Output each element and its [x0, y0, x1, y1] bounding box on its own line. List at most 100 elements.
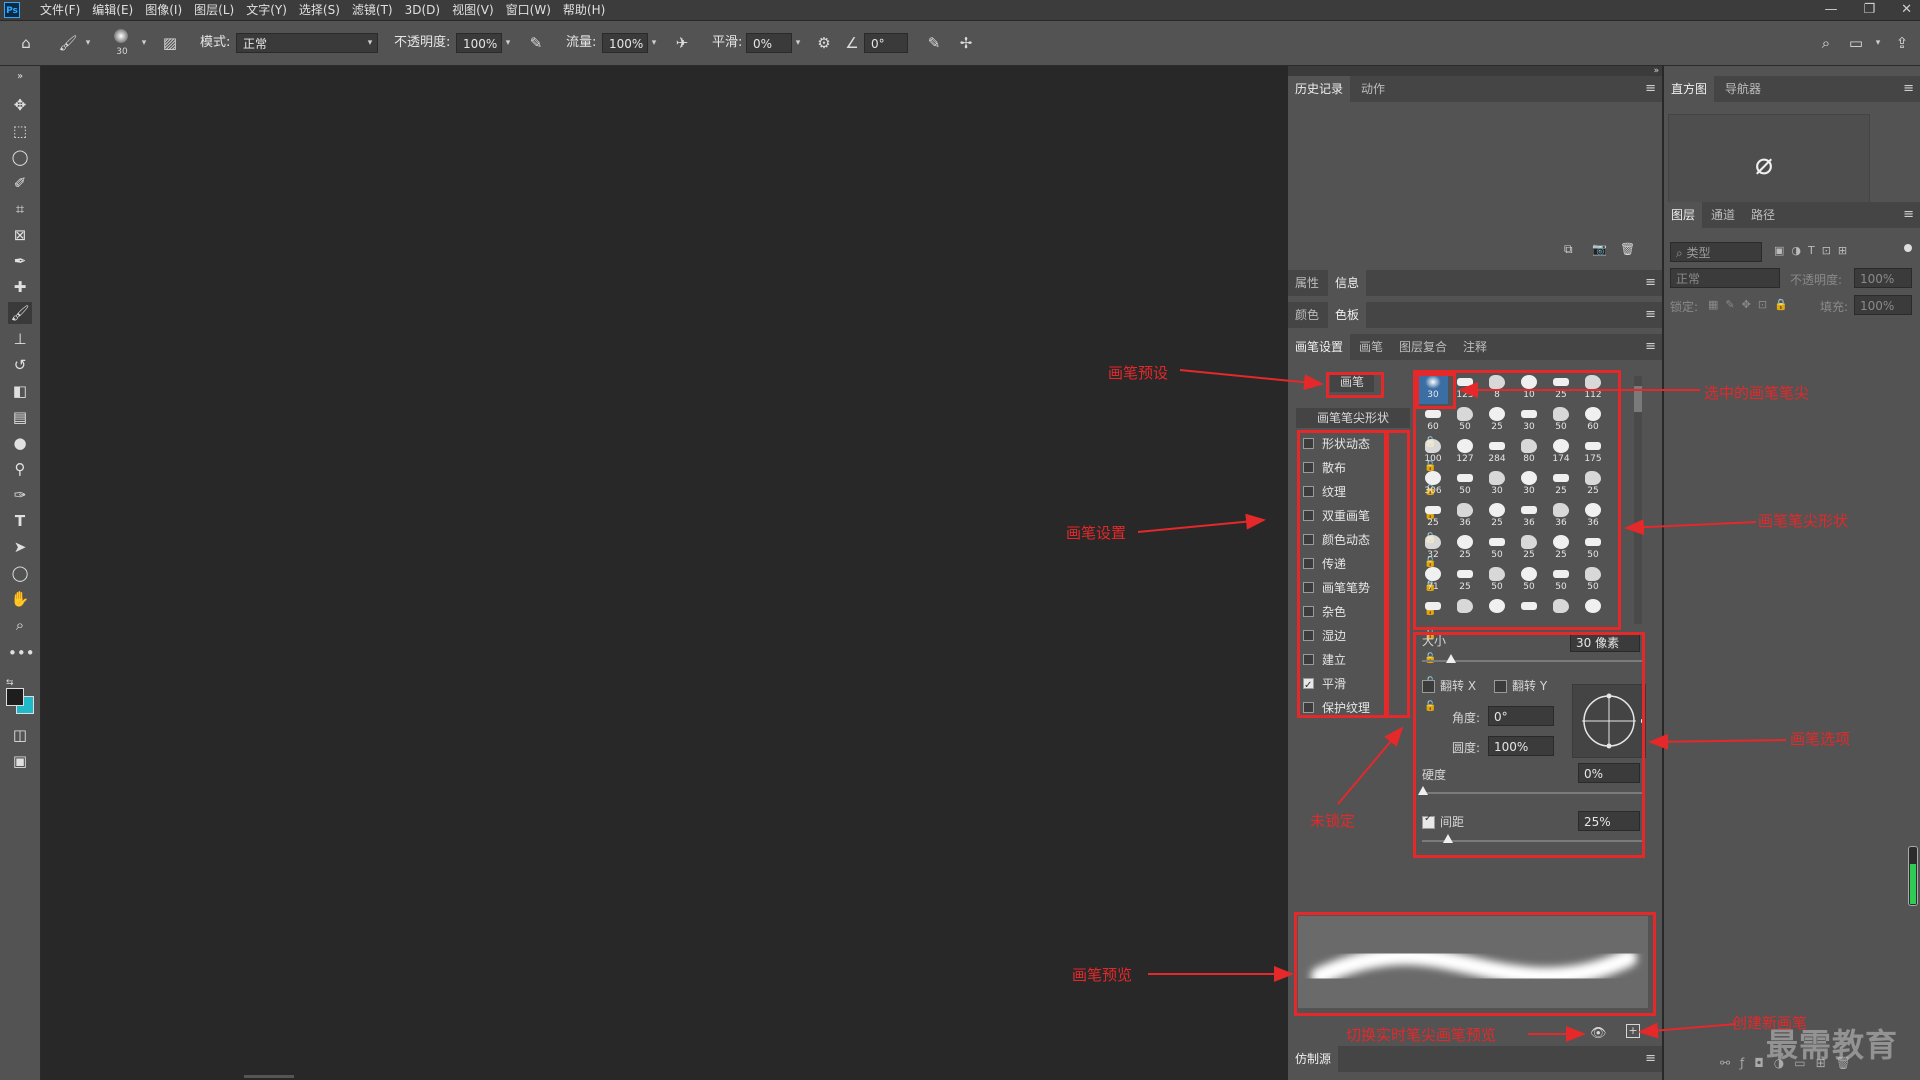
history-menu-icon[interactable]: ≡ — [1645, 76, 1656, 102]
flow-caret-icon[interactable]: ▾ — [648, 33, 660, 53]
menu-view[interactable]: 视图(V) — [446, 0, 500, 20]
home-icon[interactable]: ⌂ — [16, 33, 36, 53]
properties-menu-icon[interactable]: ≡ — [1645, 270, 1656, 296]
menu-image[interactable]: 图像(I) — [139, 0, 188, 20]
create-new-brush-icon[interactable]: + — [1626, 1024, 1640, 1038]
workspace-caret-icon[interactable]: ▾ — [1872, 33, 1884, 53]
tab-clone-source[interactable]: 仿制源 — [1288, 1046, 1339, 1072]
tab-swatches[interactable]: 色板 — [1328, 302, 1367, 328]
smooth-caret-icon[interactable]: ▾ — [792, 33, 804, 53]
dodge-tool-icon[interactable]: ⚲ — [8, 458, 32, 480]
menu-help[interactable]: 帮助(H) — [557, 0, 611, 20]
restore-button[interactable]: ❐ — [1863, 0, 1875, 20]
tab-paths[interactable]: 路径 — [1744, 202, 1782, 228]
tab-brush-settings[interactable]: 画笔设置 — [1288, 334, 1351, 360]
symmetry-icon[interactable]: ✢ — [956, 33, 976, 53]
trash-icon[interactable]: 🗑 — [1620, 242, 1635, 256]
filter-toggle-icon[interactable] — [1904, 244, 1912, 252]
marquee-tool-icon[interactable]: ⬚ — [8, 120, 32, 142]
layer-filter-icons[interactable]: ▣◑T⊡⊞ — [1774, 244, 1854, 257]
stamp-tool-icon[interactable]: ⊥ — [8, 328, 32, 350]
new-document-from-state-icon[interactable]: ⧉ — [1564, 242, 1573, 257]
mode-caret-icon[interactable]: ▾ — [364, 33, 376, 53]
more-tools-icon[interactable]: ••• — [8, 642, 35, 664]
tab-notes[interactable]: 注释 — [1456, 334, 1494, 360]
tab-history[interactable]: 历史记录 — [1288, 76, 1351, 102]
eraser-tool-icon[interactable]: ◧ — [8, 380, 32, 402]
snapshot-camera-icon[interactable]: 📷 — [1592, 242, 1607, 256]
search-icon[interactable]: ⌕ — [1816, 33, 1836, 53]
flow-field[interactable]: 100% — [602, 33, 648, 53]
menu-select[interactable]: 选择(S) — [293, 0, 346, 20]
tab-info[interactable]: 信息 — [1328, 270, 1367, 296]
quick-mask-icon[interactable]: ◫ — [8, 724, 32, 746]
smooth-field[interactable]: 0% — [746, 33, 792, 53]
color-menu-icon[interactable]: ≡ — [1645, 302, 1656, 328]
frame-tool-icon[interactable]: ⊠ — [8, 224, 32, 246]
brush-picker-caret-icon[interactable]: ▾ — [138, 33, 150, 53]
blur-tool-icon[interactable]: ● — [8, 432, 32, 454]
brush-tip-shape-header[interactable]: 画笔笔尖形状 — [1296, 408, 1410, 428]
brush-settings-toggle-icon[interactable]: ▨ — [160, 33, 180, 53]
menu-3d[interactable]: 3D(D) — [399, 0, 446, 20]
tab-actions[interactable]: 动作 — [1354, 76, 1392, 102]
gradient-tool-icon[interactable]: ▤ — [8, 406, 32, 428]
tab-histogram[interactable]: 直方图 — [1664, 76, 1715, 102]
brush-preview-icon[interactable] — [114, 29, 128, 43]
document-canvas[interactable] — [41, 66, 1286, 1080]
toggle-live-tip-preview-icon[interactable]: 👁 — [1590, 1026, 1607, 1041]
pressure-opacity-icon[interactable]: ✎ — [526, 33, 546, 53]
tab-brushes[interactable]: 画笔 — [1352, 334, 1390, 360]
lock-icons[interactable]: ▦✎✥⊡🔒 — [1708, 298, 1795, 311]
pen-tool-icon[interactable]: ✑ — [8, 484, 32, 506]
layer-filter-select[interactable]: ⌕ 类型 — [1670, 242, 1762, 262]
collapse-panels-icon[interactable]: » — [1288, 66, 1662, 76]
opacity-field[interactable]: 100% — [456, 33, 502, 53]
quick-select-tool-icon[interactable]: ✐ — [8, 172, 32, 194]
swap-colors-icon[interactable]: ⇆ — [6, 674, 18, 688]
gear-icon[interactable]: ⚙ — [814, 33, 834, 53]
crop-tool-icon[interactable]: ⌗ — [8, 198, 32, 220]
histogram-menu-icon[interactable]: ≡ — [1903, 76, 1914, 102]
menu-file[interactable]: 文件(F) — [34, 0, 86, 20]
healing-brush-tool-icon[interactable]: ✚ — [8, 276, 32, 298]
collapse-icon[interactable]: » — [8, 66, 32, 88]
menu-window[interactable]: 窗口(W) — [500, 0, 557, 20]
airbrush-icon[interactable]: ✈ — [672, 33, 692, 53]
brush-settings-menu-icon[interactable]: ≡ — [1645, 334, 1656, 360]
layer-opacity-field[interactable]: 100% — [1854, 268, 1912, 288]
tab-navigator[interactable]: 导航器 — [1718, 76, 1768, 102]
workspace-icon[interactable]: ▭ — [1846, 33, 1866, 53]
brush-tool-icon[interactable]: 🖌 — [58, 33, 78, 53]
type-tool-icon[interactable]: T — [8, 510, 32, 532]
tab-layer-comps[interactable]: 图层复合 — [1392, 334, 1454, 360]
layers-menu-icon[interactable]: ≡ — [1903, 202, 1914, 228]
tab-layers[interactable]: 图层 — [1664, 202, 1703, 228]
move-tool-icon[interactable]: ✥ — [8, 94, 32, 116]
close-button[interactable]: ✕ — [1901, 0, 1912, 20]
tab-color[interactable]: 颜色 — [1288, 302, 1326, 328]
angle-field[interactable]: 0° — [864, 33, 908, 53]
fill-field[interactable]: 100% — [1854, 295, 1912, 315]
tool-preset-caret-icon[interactable]: ▾ — [82, 33, 94, 53]
lasso-tool-icon[interactable]: ◯ — [8, 146, 32, 168]
menu-layer[interactable]: 图层(L) — [188, 0, 240, 20]
blend-mode-select[interactable]: 正常 — [1670, 268, 1780, 288]
menu-filter[interactable]: 滤镜(T) — [346, 0, 399, 20]
tip-grid-scrollbar[interactable] — [1634, 376, 1642, 624]
clone-source-menu-icon[interactable]: ≡ — [1645, 1046, 1656, 1072]
foreground-color-swatch[interactable] — [6, 688, 24, 706]
tab-properties[interactable]: 属性 — [1288, 270, 1326, 296]
pressure-size-icon[interactable]: ✎ — [924, 33, 944, 53]
menu-edit[interactable]: 编辑(E) — [86, 0, 139, 20]
ellipse-tool-icon[interactable]: ◯ — [8, 562, 32, 584]
mode-select[interactable]: 正常 — [236, 33, 378, 53]
hand-tool-icon[interactable]: ✋ — [8, 588, 32, 610]
zoom-tool-icon[interactable]: ⌕ — [8, 614, 32, 636]
menu-type[interactable]: 文字(Y) — [240, 0, 293, 20]
history-brush-tool-icon[interactable]: ↺ — [8, 354, 32, 376]
share-icon[interactable]: ⇪ — [1892, 33, 1912, 53]
brush-tool-icon[interactable]: 🖌 — [8, 302, 32, 324]
tab-channels[interactable]: 通道 — [1704, 202, 1742, 228]
minimize-button[interactable]: — — [1824, 0, 1837, 20]
